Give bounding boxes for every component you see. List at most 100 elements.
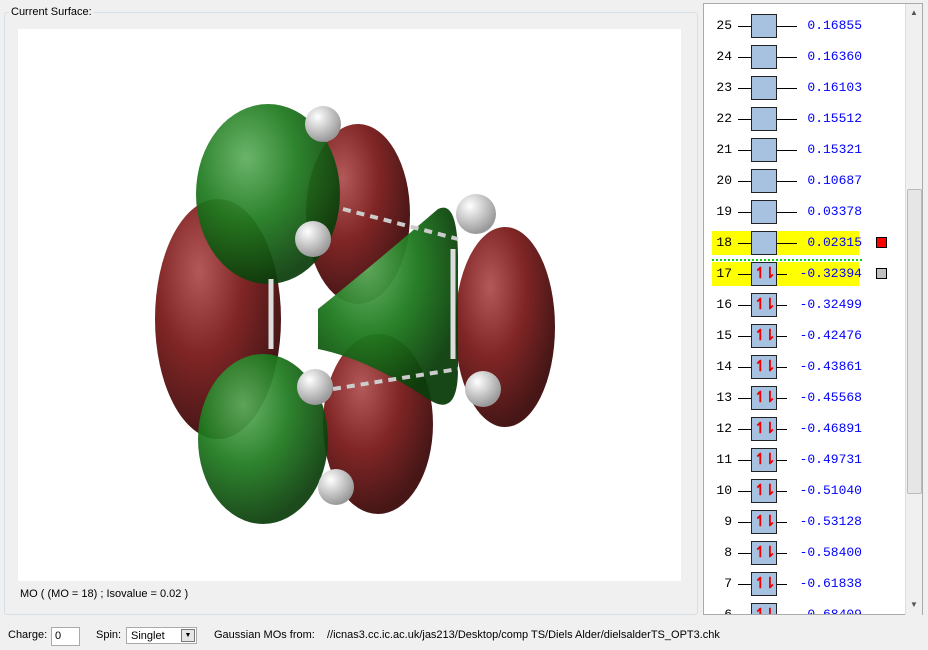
level-line — [777, 398, 787, 399]
orbital-box[interactable]: ↿⇂ — [751, 386, 777, 410]
surface-marker[interactable] — [876, 237, 887, 248]
orbital-box[interactable] — [751, 169, 777, 193]
orbital-box[interactable]: ↿⇂ — [751, 603, 777, 615]
level-line — [738, 212, 752, 213]
surface-marker[interactable] — [876, 268, 887, 279]
scrollbar-thumb[interactable] — [907, 189, 922, 494]
level-line — [738, 150, 752, 151]
orbital-number: 15 — [716, 328, 732, 343]
orbital-row[interactable]: 25 0.16855 — [704, 14, 904, 38]
orbital-row[interactable]: 6 ↿⇂ -0.68409 — [704, 603, 904, 615]
chevron-down-icon[interactable]: ▼ — [181, 629, 195, 642]
orbital-energy: -0.45568 — [799, 390, 862, 405]
level-line — [777, 491, 787, 492]
orbital-row[interactable]: 24 0.16360 — [704, 45, 904, 69]
level-line — [738, 119, 752, 120]
mo-caption: MO ( (MO = 18) ; Isovalue = 0.02 ) — [20, 588, 189, 600]
orbital-row[interactable]: 19 0.03378 — [704, 200, 904, 224]
orbital-row[interactable]: 22 0.15512 — [704, 107, 904, 131]
orbital-row[interactable]: 10 ↿⇂ -0.51040 — [704, 479, 904, 503]
orbital-number: 16 — [716, 297, 732, 312]
orbital-row[interactable]: 11 ↿⇂ -0.49731 — [704, 448, 904, 472]
orbital-box[interactable]: ↿⇂ — [751, 324, 777, 348]
orbital-box[interactable]: ↿⇂ — [751, 541, 777, 565]
orbital-box[interactable]: ↿⇂ — [751, 572, 777, 596]
orbital-energy: -0.53128 — [799, 514, 862, 529]
mo-list-scrollbar[interactable]: ▲ ▼ — [905, 4, 922, 615]
orbital-box[interactable]: ↿⇂ — [751, 262, 777, 286]
orbital-row[interactable]: 12 ↿⇂ -0.46891 — [704, 417, 904, 441]
electron-pair-icon: ↿⇂ — [754, 482, 776, 499]
level-line — [777, 305, 787, 306]
level-line — [777, 553, 787, 554]
orbital-box[interactable] — [751, 14, 777, 38]
orbital-row[interactable]: 15 ↿⇂ -0.42476 — [704, 324, 904, 348]
orbital-energy: 0.03378 — [807, 204, 862, 219]
orbital-box[interactable] — [751, 231, 777, 255]
source-label: Gaussian MOs from: — [214, 629, 315, 641]
molecule-viewer[interactable] — [18, 29, 681, 581]
level-line — [777, 522, 787, 523]
orbital-energy: -0.42476 — [799, 328, 862, 343]
orbital-number: 12 — [716, 421, 732, 436]
hydrogen-atom — [295, 221, 331, 257]
orbital-box[interactable] — [751, 200, 777, 224]
orbital-number: 17 — [716, 266, 732, 281]
hydrogen-atom — [297, 369, 333, 405]
level-line — [738, 305, 752, 306]
orbital-number: 14 — [716, 359, 732, 374]
orbital-energy: 0.16103 — [807, 80, 862, 95]
level-line — [777, 429, 787, 430]
orbital-row[interactable]: 8 ↿⇂ -0.58400 — [704, 541, 904, 565]
orbital-row[interactable]: 17 ↿⇂ -0.32394 — [704, 262, 904, 286]
orbital-row[interactable]: 20 0.10687 — [704, 169, 904, 193]
orbital-row[interactable]: 14 ↿⇂ -0.43861 — [704, 355, 904, 379]
orbital-box[interactable]: ↿⇂ — [751, 417, 777, 441]
charge-input[interactable]: 0 — [51, 627, 80, 646]
hydrogen-atom — [318, 469, 354, 505]
spin-select[interactable]: Singlet ▼ — [126, 627, 197, 644]
orbital-row[interactable]: 18 0.02315 — [704, 231, 904, 255]
scroll-down-icon[interactable]: ▼ — [910, 600, 918, 609]
hydrogen-atom — [305, 106, 341, 142]
level-line — [738, 429, 752, 430]
orbital-row[interactable]: 7 ↿⇂ -0.61838 — [704, 572, 904, 596]
level-line — [738, 398, 752, 399]
orbital-energy: 0.16855 — [807, 18, 862, 33]
electron-pair-icon: ↿⇂ — [754, 606, 776, 615]
orbital-number: 18 — [716, 235, 732, 250]
homo-lumo-divider — [712, 259, 862, 261]
level-line — [738, 88, 752, 89]
orbital-box[interactable]: ↿⇂ — [751, 293, 777, 317]
level-line — [738, 553, 752, 554]
orbital-energy: 0.15512 — [807, 111, 862, 126]
electron-pair-icon: ↿⇂ — [754, 420, 776, 437]
orbital-box[interactable]: ↿⇂ — [751, 355, 777, 379]
orbital-box[interactable]: ↿⇂ — [751, 479, 777, 503]
orbital-box[interactable] — [751, 45, 777, 69]
source-path: //icnas3.cc.ic.ac.uk/jas213/Desktop/comp… — [327, 629, 720, 641]
orbital-energy: 0.16360 — [807, 49, 862, 64]
orbital-box[interactable]: ↿⇂ — [751, 510, 777, 534]
orbital-row[interactable]: 16 ↿⇂ -0.32499 — [704, 293, 904, 317]
electron-pair-icon: ↿⇂ — [754, 296, 776, 313]
scroll-up-icon[interactable]: ▲ — [910, 8, 918, 17]
orbital-box[interactable] — [751, 107, 777, 131]
level-line — [738, 491, 752, 492]
level-line — [738, 460, 752, 461]
level-line — [738, 522, 752, 523]
orbital-row[interactable]: 9 ↿⇂ -0.53128 — [704, 510, 904, 534]
mo-energy-list[interactable]: 25 0.16855 24 0.16360 23 0.16103 22 0.15512 21 0.… — [703, 3, 923, 615]
orbital-box[interactable] — [751, 138, 777, 162]
hydrogen-atom — [465, 371, 501, 407]
orbital-number: 24 — [716, 49, 732, 64]
orbital-row[interactable]: 23 0.16103 — [704, 76, 904, 100]
level-line — [777, 460, 787, 461]
orbital-number: 8 — [724, 545, 732, 560]
orbital-row[interactable]: 21 0.15321 — [704, 138, 904, 162]
orbital-box[interactable]: ↿⇂ — [751, 448, 777, 472]
orbital-energy: -0.32394 — [799, 266, 862, 281]
orbital-box[interactable] — [751, 76, 777, 100]
level-line — [738, 336, 752, 337]
orbital-row[interactable]: 13 ↿⇂ -0.45568 — [704, 386, 904, 410]
